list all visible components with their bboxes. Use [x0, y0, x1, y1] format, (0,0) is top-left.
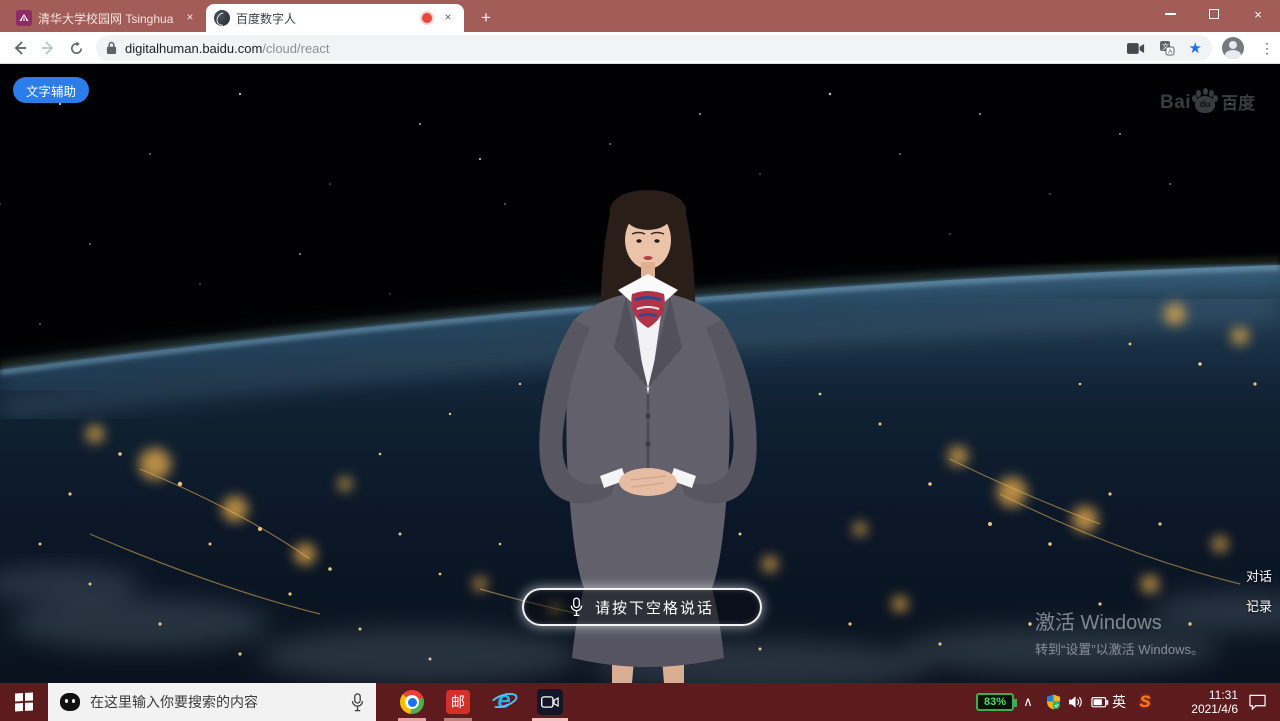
sogou-ime-icon[interactable]: S [1134, 683, 1156, 721]
tab-baidu-digital-human[interactable]: 百度数字人 × [206, 4, 464, 32]
ime-language-indicator[interactable]: 英 [1108, 683, 1130, 721]
text-assist-button[interactable]: 文字辅助 [13, 77, 89, 103]
reload-button[interactable] [64, 36, 88, 60]
taskbar-ie-button[interactable]: e [481, 683, 527, 721]
clock-time: 11:31 [1209, 688, 1238, 702]
tray-expand-chevron[interactable]: ∧ [1018, 683, 1038, 721]
tab-title: 清华大学校园网 Tsinghua Univ [38, 10, 176, 27]
taskbar-camera-app-button[interactable] [527, 683, 573, 721]
digital-human-stage: 文字辅助 Bai du 百度 请按下空格说话 对话 记录 激活 Windows [0, 64, 1280, 683]
screen: 清华大学校园网 Tsinghua Univ × 百度数字人 × + × digi [0, 0, 1280, 721]
minimize-button[interactable] [1148, 0, 1192, 28]
dialog-tab[interactable]: 对话 [1246, 566, 1272, 585]
taskbar-search-input[interactable]: 在这里输入你要搜索的内容 [48, 683, 376, 721]
search-assistant-icon [60, 693, 80, 711]
windows-taskbar: 在这里输入你要搜索的内容 邮 e 83% ∧ 英 [0, 683, 1280, 721]
globe-favicon-icon [214, 10, 230, 26]
back-button[interactable] [8, 36, 32, 60]
activate-windows-watermark: 激活 Windows 转到“设置”以激活 Windows。 [1035, 606, 1204, 658]
new-tab-button[interactable]: + [474, 6, 498, 30]
browser-menu-icon[interactable]: ⋮ [1258, 36, 1276, 60]
search-placeholder: 在这里输入你要搜索的内容 [90, 692, 341, 712]
record-tab[interactable]: 记录 [1246, 596, 1272, 615]
tab-title: 百度数字人 [236, 10, 416, 27]
window-controls: × [1148, 0, 1280, 28]
taskbar-clock[interactable]: 11:31 2021/4/6 [1162, 683, 1238, 721]
chrome-icon [400, 690, 424, 714]
defender-shield-icon[interactable] [1042, 683, 1064, 721]
profile-avatar[interactable] [1222, 37, 1244, 59]
close-button[interactable]: × [1236, 0, 1280, 28]
camera-app-icon [537, 689, 563, 715]
svg-text:A: A [1168, 49, 1173, 56]
bookmark-star-icon[interactable]: ★ [1189, 41, 1202, 56]
clock-date: 2021/4/6 [1191, 702, 1238, 716]
tsinghua-favicon-icon [16, 10, 32, 26]
camera-in-use-icon[interactable] [1127, 42, 1145, 55]
tab-close-icon[interactable]: × [182, 10, 198, 26]
internet-explorer-icon: e [491, 689, 517, 715]
volume-icon[interactable] [1064, 683, 1088, 721]
side-panel-tabs: 对话 记录 [1246, 566, 1272, 615]
minimize-icon [1165, 13, 1176, 15]
activate-line1: 激活 Windows [1035, 606, 1204, 635]
browser-toolbar: digitalhuman.baidu.com/cloud/react 文A ★ … [0, 32, 1280, 64]
baidu-logo: Bai du 百度 [1160, 88, 1255, 114]
browser-titlebar: 清华大学校园网 Tsinghua Univ × 百度数字人 × + × [0, 0, 1280, 32]
translate-icon[interactable]: 文A [1159, 40, 1175, 56]
tab-close-icon[interactable]: × [440, 10, 456, 26]
activate-line2: 转到“设置”以激活 Windows。 [1035, 639, 1204, 658]
recording-indicator-icon [422, 13, 432, 23]
address-bar[interactable]: digitalhuman.baidu.com/cloud/react 文A ★ [96, 35, 1212, 61]
action-center-icon[interactable] [1242, 683, 1272, 721]
forward-button[interactable] [36, 36, 60, 60]
taskbar-chrome-button[interactable] [389, 683, 435, 721]
maximize-icon [1209, 9, 1219, 19]
push-to-talk-label: 请按下空格说话 [595, 597, 714, 618]
baidu-paw-icon: du [1192, 88, 1218, 114]
tab-tsinghua[interactable]: 清华大学校园网 Tsinghua Univ × [8, 4, 206, 32]
lock-icon [106, 41, 117, 55]
url-text: digitalhuman.baidu.com/cloud/react [125, 41, 330, 56]
maximize-button[interactable] [1192, 0, 1236, 28]
taskbar-mail-button[interactable]: 邮 [435, 683, 481, 721]
windows-logo-icon [15, 693, 33, 711]
battery-percent-widget[interactable]: 83% [976, 693, 1014, 711]
search-mic-icon[interactable] [351, 693, 364, 712]
push-to-talk-button[interactable]: 请按下空格说话 [522, 588, 762, 626]
mail-icon: 邮 [446, 690, 470, 714]
start-button[interactable] [0, 683, 48, 721]
microphone-icon [570, 597, 583, 617]
